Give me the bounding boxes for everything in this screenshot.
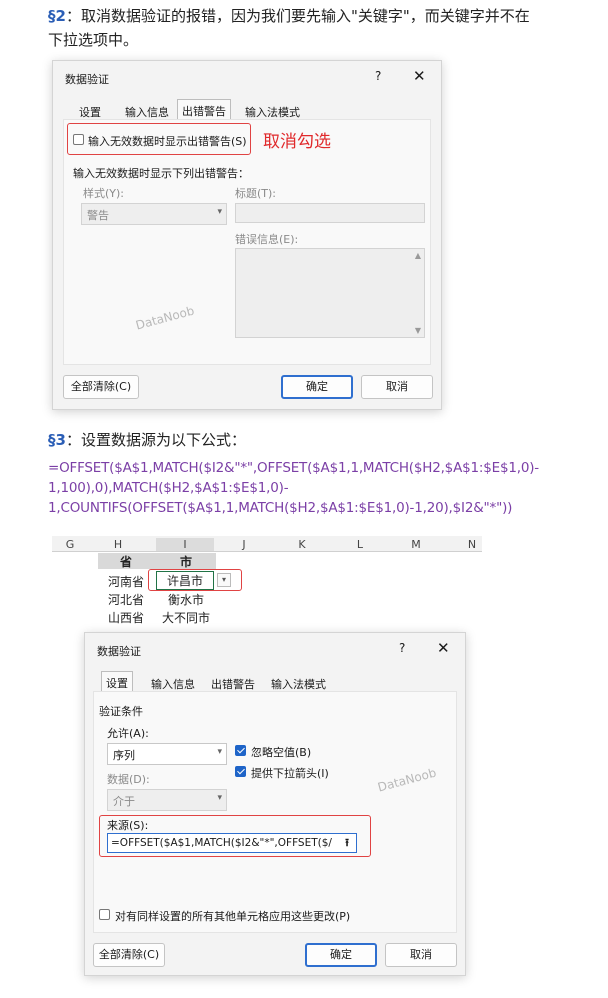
- in-cell-dropdown-checkbox[interactable]: [235, 766, 246, 777]
- title-input[interactable]: [235, 203, 425, 223]
- error-message-textarea[interactable]: ▲ ▼: [235, 248, 425, 338]
- style-select[interactable]: 警告 ▾: [81, 203, 227, 225]
- help-button[interactable]: ?: [399, 641, 405, 655]
- ok-button[interactable]: 确定: [305, 943, 377, 967]
- chevron-down-icon: ▾: [217, 747, 222, 757]
- scroll-down-icon[interactable]: ▼: [415, 326, 421, 335]
- cell-h3[interactable]: 河北省: [98, 591, 154, 608]
- dialog-title: 数据验证: [97, 645, 141, 658]
- column-header-i[interactable]: I: [156, 538, 214, 551]
- column-header-g[interactable]: G: [60, 538, 80, 551]
- apply-to-all-label: 对有同样设置的所有其他单元格应用这些更改(P): [115, 910, 351, 923]
- cell-i4[interactable]: 大不同市: [156, 609, 216, 626]
- data-value: 介于: [113, 795, 135, 808]
- data-select[interactable]: 介于 ▾: [107, 789, 227, 811]
- cell-h2[interactable]: 河南省: [98, 573, 154, 590]
- error-message-label: 错误信息(E):: [235, 233, 299, 246]
- apply-to-all-checkbox[interactable]: [99, 909, 110, 920]
- scroll-up-icon[interactable]: ▲: [415, 251, 421, 260]
- header-city: 市: [179, 555, 192, 569]
- cell-h4[interactable]: 山西省: [98, 609, 154, 626]
- source-input[interactable]: =OFFSET($A$1,MATCH($I2&"*",OFFSET($/: [107, 833, 357, 853]
- ignore-blank-checkbox[interactable]: [235, 745, 246, 756]
- formula-line-2: 1,100),0),MATCH($H2,$A$1:$E$1,0)-: [48, 480, 289, 496]
- style-value: 警告: [87, 209, 109, 222]
- source-value: =OFFSET($A$1,MATCH($I2&"*",OFFSET($/: [111, 837, 332, 849]
- show-error-alert-label: 输入无效数据时显示出错警告(S): [88, 135, 247, 148]
- validation-criteria-label: 验证条件: [99, 705, 143, 718]
- show-error-alert-checkbox[interactable]: [73, 134, 84, 145]
- column-header-h[interactable]: H: [98, 538, 138, 551]
- chevron-down-icon: ▾: [217, 207, 222, 217]
- section-label: 输入无效数据时显示下列出错警告：: [73, 167, 249, 180]
- step2-line1: ：取消数据验证的报错，因为我们要先输入"关键字"，而关键字并不在: [65, 7, 530, 25]
- step2-line2: 下拉选项中。: [48, 31, 139, 49]
- style-label: 样式(Y):: [83, 187, 125, 200]
- cell-dropdown-button[interactable]: ▾: [217, 573, 231, 587]
- ok-button[interactable]: 确定: [281, 375, 353, 399]
- in-cell-dropdown-label: 提供下拉箭头(I): [251, 767, 329, 780]
- column-header-k[interactable]: K: [292, 538, 312, 551]
- column-header-j[interactable]: J: [234, 538, 254, 551]
- cancel-button[interactable]: 取消: [385, 943, 457, 967]
- data-validation-dialog-settings: 数据验证 ? ✕ 设置 输入信息 出错警告 输入法模式 验证条件 允许(A): …: [84, 632, 466, 976]
- dialog-title: 数据验证: [65, 73, 109, 86]
- allow-select[interactable]: 序列 ▾: [107, 743, 227, 765]
- header-province: 省: [119, 555, 132, 569]
- step2-prefix: §2: [48, 7, 66, 25]
- step3-text: §3：设置数据源为以下公式：: [48, 428, 246, 452]
- clear-all-button[interactable]: 全部清除(C): [93, 943, 165, 967]
- title-label: 标题(T):: [235, 187, 277, 200]
- column-header-n[interactable]: N: [462, 538, 482, 551]
- cell-i2-selected[interactable]: 许昌市: [156, 571, 214, 590]
- help-button[interactable]: ?: [375, 69, 381, 83]
- close-icon[interactable]: ✕: [413, 67, 426, 85]
- chevron-down-icon: ▾: [217, 793, 222, 803]
- close-icon[interactable]: ✕: [437, 639, 450, 657]
- data-validation-dialog-error-alert: 数据验证 ? ✕ 设置 输入信息 出错警告 输入法模式 输入无效数据时显示出错警…: [52, 60, 442, 410]
- allow-value: 序列: [113, 749, 135, 762]
- source-label: 来源(S):: [107, 819, 149, 832]
- step3-prefix: §3: [48, 431, 66, 449]
- ignore-blank-label: 忽略空值(B): [251, 746, 312, 759]
- annotation-uncheck: 取消勾选: [263, 132, 331, 152]
- clear-all-button[interactable]: 全部清除(C): [63, 375, 139, 399]
- step3-line1: ：设置数据源为以下公式：: [65, 431, 246, 449]
- data-label: 数据(D):: [107, 773, 150, 786]
- cancel-button[interactable]: 取消: [361, 375, 433, 399]
- column-header-l[interactable]: L: [350, 538, 370, 551]
- collapse-dialog-icon[interactable]: ⭱: [339, 835, 355, 851]
- allow-label: 允许(A):: [107, 727, 149, 740]
- cell-i3[interactable]: 衡水市: [156, 591, 216, 608]
- formula-line-3: 1,COUNTIFS(OFFSET($A$1,1,MATCH($H2,$A$1:…: [48, 500, 513, 516]
- step2-text: §2：取消数据验证的报错，因为我们要先输入"关键字"，而关键字并不在: [48, 4, 604, 28]
- formula-line-1: =OFFSET($A$1,MATCH($I2&"*",OFFSET($A$1,1…: [48, 460, 539, 476]
- column-header-m[interactable]: M: [406, 538, 426, 551]
